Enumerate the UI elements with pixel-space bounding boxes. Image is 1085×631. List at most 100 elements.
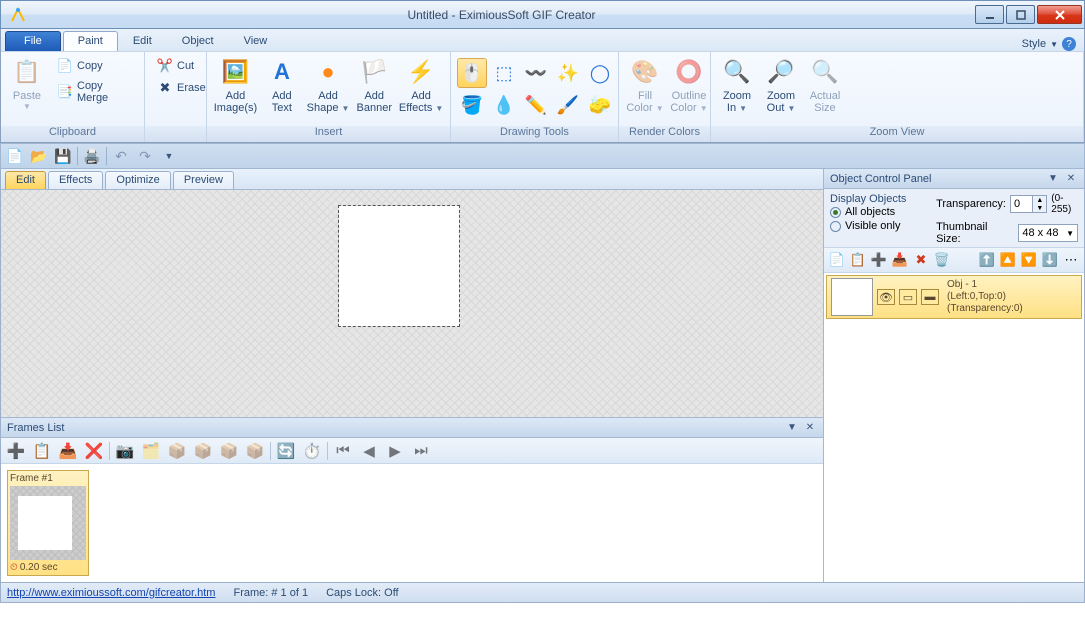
copy-button[interactable]: 📄Copy — [53, 56, 136, 76]
ellipse-select-tool[interactable]: ◯ — [585, 58, 615, 88]
minimize-button[interactable] — [975, 5, 1004, 24]
add-images-button[interactable]: 🖼️Add Image(s) — [211, 54, 260, 114]
tab-object[interactable]: Object — [167, 31, 229, 51]
object-panel-title-bar: Object Control Panel ▼ ✕ — [824, 169, 1084, 189]
eyedropper-tool[interactable]: 💧 — [489, 90, 519, 120]
obj-copy-icon[interactable]: 📋 — [849, 251, 867, 269]
close-button[interactable] — [1037, 5, 1082, 24]
timer-icon[interactable]: ⏱️ — [301, 440, 323, 462]
new-icon[interactable]: 📄 — [5, 146, 25, 166]
pointer-tool[interactable]: 🖱️ — [457, 58, 487, 88]
add-banner-button[interactable]: 🏳️Add Banner — [352, 54, 396, 114]
obj-add-icon[interactable]: ➕ — [870, 251, 888, 269]
thumbnail-size-select[interactable]: 48 x 48▼ — [1018, 224, 1078, 242]
fill-tool[interactable]: 🪣 — [457, 90, 487, 120]
frame-op2-icon[interactable]: 📦 — [166, 440, 188, 462]
import-frame-icon[interactable]: 📥 — [57, 440, 79, 462]
outline-color-button[interactable]: ⭕Outline Color ▼ — [667, 54, 711, 115]
actual-size-button[interactable]: 🔍Actual Size — [803, 54, 847, 114]
add-shape-button[interactable]: ●Add Shape ▼ — [304, 54, 352, 115]
maximize-button[interactable] — [1006, 5, 1035, 24]
copy-merge-button[interactable]: 📑Copy Merge — [53, 78, 136, 106]
frames-close-icon[interactable]: ✕ — [803, 421, 817, 435]
tab-view[interactable]: View — [229, 31, 283, 51]
obj-forward-icon[interactable]: 🔼 — [999, 251, 1017, 269]
zoom-in-button[interactable]: 🔍Zoom In ▼ — [715, 54, 759, 115]
frame-op5-icon[interactable]: 📦 — [244, 440, 266, 462]
refresh-icon[interactable]: 🔄 — [275, 440, 297, 462]
next-frame-icon[interactable]: ▶ — [384, 440, 406, 462]
qat-caret-icon[interactable]: ▼ — [159, 146, 179, 166]
delete-frame-icon[interactable]: ❌ — [83, 440, 105, 462]
magic-wand-tool[interactable]: ✨ — [553, 58, 583, 88]
lock-toggle[interactable]: ▭ — [899, 289, 917, 305]
first-frame-icon[interactable]: ⏮ — [332, 440, 354, 462]
lasso-tool[interactable]: 〰️ — [521, 58, 551, 88]
quick-access-toolbar: 📄 📂 💾 🖨️ ↶ ↷ ▼ — [0, 143, 1085, 169]
radio-all-objects[interactable]: All objects — [830, 205, 936, 219]
transparency-input[interactable]: 0▲▼ — [1010, 195, 1047, 213]
fill-color-button[interactable]: 🎨Fill Color ▼ — [623, 54, 667, 115]
frames-dropdown-icon[interactable]: ▼ — [785, 421, 799, 435]
camera-icon[interactable]: 📷 — [114, 440, 136, 462]
eraser-tool[interactable]: 🧽 — [585, 90, 615, 120]
obj-paste-icon[interactable]: 📥 — [891, 251, 909, 269]
prev-frame-icon[interactable]: ◀ — [358, 440, 380, 462]
style-dropdown[interactable]: Style — [1022, 38, 1046, 50]
redo-icon[interactable]: ↷ — [135, 146, 155, 166]
cut-button[interactable]: ✂️Cut — [153, 56, 210, 76]
tab-paint[interactable]: Paint — [63, 31, 118, 51]
pencil-tool[interactable]: ✏️ — [521, 90, 551, 120]
frame-op1-icon[interactable]: 🗂️ — [140, 440, 162, 462]
frame-op3-icon[interactable]: 📦 — [192, 440, 214, 462]
ribbon: 📋 Paste ▼ 📄Copy 📑Copy Merge Clipboard ✂️… — [1, 51, 1084, 142]
help-icon[interactable]: ? — [1062, 37, 1076, 51]
tab-file[interactable]: File — [5, 31, 61, 51]
paste-button[interactable]: 📋 Paste ▼ — [5, 54, 49, 111]
view-tab-edit[interactable]: Edit — [5, 171, 46, 189]
open-icon[interactable]: 📂 — [29, 146, 49, 166]
obj-crop-icon[interactable]: 🗑️ — [933, 251, 951, 269]
erase-button[interactable]: ✖Erase — [153, 78, 210, 98]
obj-delete-icon[interactable]: ✖ — [912, 251, 930, 269]
zoom-out-button[interactable]: 🔎Zoom Out ▼ — [759, 54, 803, 115]
app-icon — [5, 5, 30, 25]
object-row[interactable]: 👁 ▭ ▬ Obj - 1 (Left:0,Top:0) (Transparen… — [826, 275, 1082, 319]
visibility-toggle[interactable]: 👁 — [877, 289, 895, 305]
panel-close-icon[interactable]: ✕ — [1064, 172, 1078, 186]
duplicate-frame-icon[interactable]: 📋 — [31, 440, 53, 462]
obj-backward-icon[interactable]: 🔽 — [1020, 251, 1038, 269]
effects-icon: ⚡ — [405, 56, 437, 88]
undo-icon[interactable]: ↶ — [111, 146, 131, 166]
view-tab-effects[interactable]: Effects — [48, 171, 103, 189]
select-toggle[interactable]: ▬ — [921, 289, 939, 305]
add-frame-icon[interactable]: ➕ — [5, 440, 27, 462]
tab-edit[interactable]: Edit — [118, 31, 167, 51]
save-icon[interactable]: 💾 — [53, 146, 73, 166]
view-tab-optimize[interactable]: Optimize — [105, 171, 170, 189]
radio-visible-only[interactable]: Visible only — [830, 219, 936, 233]
last-frame-icon[interactable]: ⏭ — [410, 440, 432, 462]
shape-icon: ● — [312, 56, 344, 88]
obj-new-icon[interactable]: 📄 — [828, 251, 846, 269]
brush-tool[interactable]: 🖌️ — [553, 90, 583, 120]
rect-select-tool[interactable]: ⬚ — [489, 58, 519, 88]
view-tab-preview[interactable]: Preview — [173, 171, 234, 189]
spin-down-icon[interactable]: ▼ — [1032, 204, 1046, 212]
canvas-area[interactable] — [1, 190, 823, 417]
frame-op4-icon[interactable]: 📦 — [218, 440, 240, 462]
frame-card[interactable]: Frame #1 ⏲0.20 sec — [7, 470, 89, 576]
frame-duration: 0.20 sec — [20, 562, 58, 573]
add-text-button[interactable]: AAdd Text — [260, 54, 304, 114]
spin-up-icon[interactable]: ▲ — [1032, 196, 1046, 204]
add-effects-button[interactable]: ⚡Add Effects ▼ — [396, 54, 446, 115]
erase-icon: ✖ — [157, 80, 173, 96]
obj-front-icon[interactable]: ⬆️ — [978, 251, 996, 269]
canvas[interactable] — [339, 206, 459, 326]
status-link[interactable]: http://www.eximioussoft.com/gifcreator.h… — [7, 587, 215, 599]
obj-more-icon[interactable]: ⋯ — [1062, 251, 1080, 269]
ribbon-tabs: File Paint Edit Object View Style▼ ? — [1, 29, 1084, 51]
panel-dropdown-icon[interactable]: ▼ — [1046, 172, 1060, 186]
print-icon[interactable]: 🖨️ — [82, 146, 102, 166]
obj-back-icon[interactable]: ⬇️ — [1041, 251, 1059, 269]
